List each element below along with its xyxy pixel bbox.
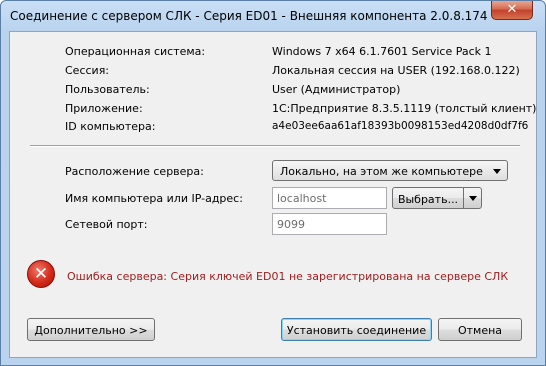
dialog-window: Соединение с сервером СЛК - Серия ED01 -… bbox=[0, 0, 546, 366]
computer-id-label: ID компьютера: bbox=[65, 120, 156, 133]
user-value: User (Администратор) bbox=[272, 83, 401, 96]
error-x-glyph: ✕ bbox=[33, 264, 49, 284]
host-value: localhost bbox=[277, 192, 327, 205]
port-value: 9099 bbox=[277, 218, 305, 231]
close-button[interactable]: ✕ bbox=[491, 1, 533, 20]
choose-host-dropdown-button[interactable] bbox=[463, 187, 482, 209]
session-value: Локальная сессия на USER (192.168.0.122) bbox=[272, 64, 520, 77]
choose-host-button[interactable]: Выбрать... bbox=[392, 187, 464, 209]
application-label: Приложение: bbox=[65, 102, 143, 115]
dialog-content: Операционная система: Windows 7 x64 6.1.… bbox=[9, 31, 537, 358]
error-message: Ошибка сервера: Серия ключей ED01 не зар… bbox=[67, 270, 509, 283]
separator-top bbox=[30, 145, 520, 147]
title-bar[interactable]: Соединение с сервером СЛК - Серия ED01 -… bbox=[1, 1, 545, 31]
os-value: Windows 7 x64 6.1.7601 Service Pack 1 bbox=[272, 45, 492, 58]
application-value: 1С:Предприятие 8.3.5.1119 (толстый клиен… bbox=[272, 102, 537, 115]
chevron-down-icon bbox=[493, 169, 501, 174]
connect-button-label: Установить соединение bbox=[286, 324, 427, 337]
port-label: Сетевой порт: bbox=[65, 218, 148, 231]
session-label: Сессия: bbox=[65, 64, 110, 77]
close-icon: ✕ bbox=[506, 2, 518, 17]
cancel-button[interactable]: Отмена bbox=[438, 318, 522, 341]
choose-host-label: Выбрать... bbox=[397, 193, 459, 206]
host-field[interactable]: localhost bbox=[272, 187, 387, 209]
user-label: Пользователь: bbox=[65, 83, 150, 96]
server-location-label: Расположение сервера: bbox=[65, 165, 204, 178]
server-location-value: Локально, на этом же компьютере bbox=[280, 165, 483, 178]
error-icon: ✕ bbox=[27, 260, 55, 288]
os-label: Операционная система: bbox=[65, 45, 206, 58]
chevron-down-icon bbox=[469, 196, 477, 201]
cancel-button-label: Отмена bbox=[457, 324, 503, 337]
server-location-dropdown[interactable]: Локально, на этом же компьютере bbox=[272, 160, 508, 181]
advanced-button[interactable]: Дополнительно >> bbox=[27, 318, 155, 341]
port-field[interactable]: 9099 bbox=[272, 213, 387, 235]
advanced-button-label: Дополнительно >> bbox=[34, 324, 148, 337]
computer-id-value: a4e03ee6aa61af18393b0098153ed4208d0df7f6 bbox=[272, 120, 529, 132]
host-label: Имя компьютера или IP-адрес: bbox=[65, 192, 243, 205]
connect-button[interactable]: Установить соединение bbox=[281, 318, 432, 341]
window-title: Соединение с сервером СЛК - Серия ED01 -… bbox=[10, 9, 488, 23]
